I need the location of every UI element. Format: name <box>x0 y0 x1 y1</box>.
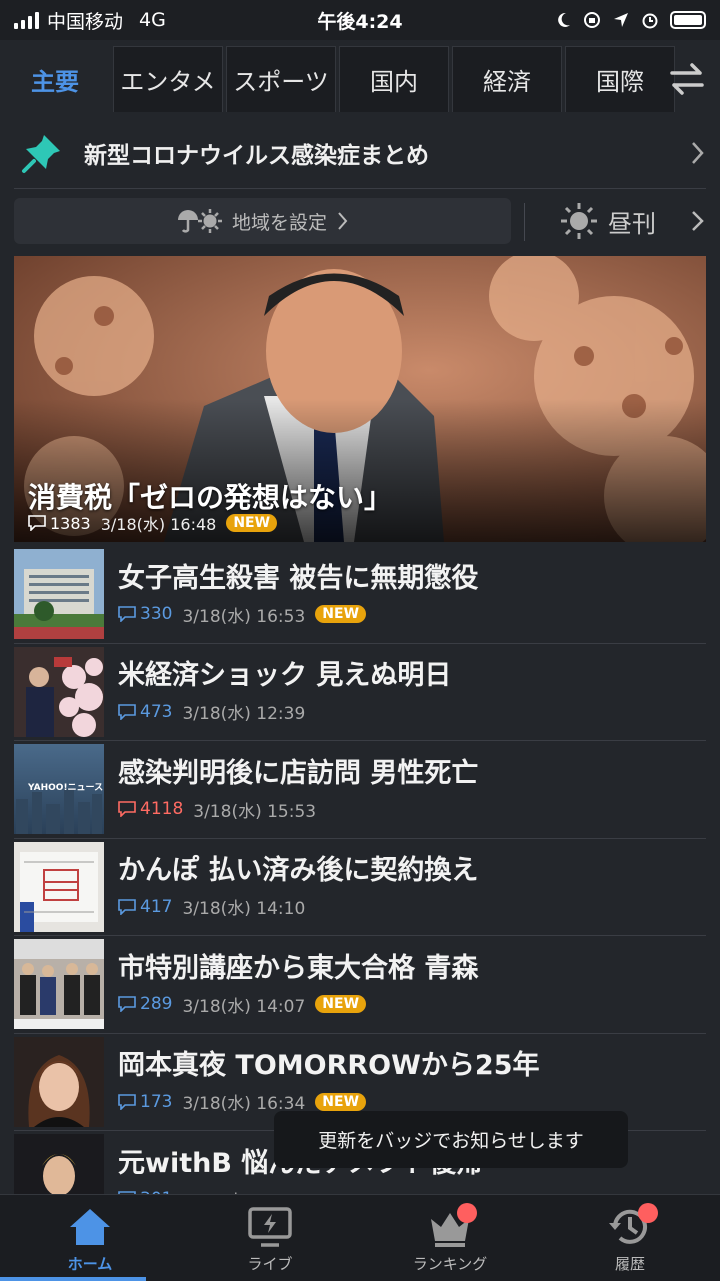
weather-icon <box>177 209 222 233</box>
article-thumbnail <box>14 939 104 1030</box>
article-date: 3/18(水) 14:10 <box>182 899 306 920</box>
new-badge: NEW <box>315 605 367 624</box>
location-icon <box>614 13 628 27</box>
tab-economy[interactable]: 経済 <box>452 46 562 112</box>
nav-label: ライブ <box>247 1255 293 1273</box>
comment-count: 330 <box>140 604 173 625</box>
article-thumbnail <box>14 646 104 737</box>
hero-meta: 1383 3/18(水) 16:48 NEW <box>28 511 278 535</box>
hero-title: 消費税「ゼロの発想はない」 <box>28 481 393 514</box>
tab-international[interactable]: 国際 <box>565 46 675 112</box>
list-item[interactable]: 米経済ショック 見えぬ明日 473 3/18(水) 12:39 <box>14 644 706 741</box>
article-date: 3/18(水) 12:39 <box>182 704 306 725</box>
chevron-right-icon <box>692 142 704 164</box>
comment-icon <box>28 515 46 531</box>
toast-message: 更新をバッジでお知らせします <box>274 1111 628 1168</box>
status-bar: 中国移动 4G 午後4:24 <box>0 0 720 40</box>
hero-date: 3/18(水) 16:48 <box>100 515 217 534</box>
category-tabs: 主要 エンタメ スポーツ 国内 経済 国際 <box>0 40 720 116</box>
battery-icon <box>670 11 706 29</box>
nav-label: ランキング <box>412 1255 488 1273</box>
banner-title: 新型コロナウイルス感染症まとめ <box>84 143 429 169</box>
comment-icon <box>118 606 136 623</box>
nav-live[interactable]: ライブ <box>210 1195 330 1281</box>
tab-switch-button[interactable] <box>662 46 712 112</box>
yahoo-news-logo: YAHOO!ニュース <box>28 783 104 794</box>
tab-main[interactable]: 主要 <box>0 46 110 112</box>
new-badge: NEW <box>226 514 278 532</box>
comment-count: 417 <box>140 896 173 917</box>
region-setting-button[interactable]: 地域を設定 <box>14 198 511 244</box>
tab-domestic[interactable]: 国内 <box>339 46 449 112</box>
nav-ranking[interactable]: ランキング <box>390 1195 510 1281</box>
sun-icon <box>561 203 597 239</box>
chevron-right-icon <box>692 211 704 231</box>
article-date: 3/18(水) 15:53 <box>193 801 317 822</box>
article-headline: かんぽ 払い済み後に契約換え <box>118 855 479 887</box>
article-headline: 岡本真夜 TOMORROWから25年 <box>118 1050 540 1082</box>
active-indicator <box>0 1277 146 1281</box>
article-thumbnail <box>14 549 104 640</box>
article-headline: 感染判明後に店訪問 男性死亡 <box>118 757 479 789</box>
hero-article[interactable]: 消費税「ゼロの発想はない」 1383 3/18(水) 16:48 NEW <box>14 256 706 542</box>
pin-icon <box>22 135 60 173</box>
article-thumbnail <box>14 1036 104 1127</box>
edition-button[interactable]: 昼刊 <box>560 198 706 244</box>
nav-history[interactable]: 履歴 <box>570 1195 690 1281</box>
tab-sports[interactable]: スポーツ <box>226 46 336 112</box>
new-badge: NEW <box>315 1092 367 1111</box>
comment-icon <box>118 703 136 720</box>
hero-comment-count: 1383 <box>50 513 91 533</box>
region-label: 地域を設定 <box>231 211 327 234</box>
comment-count: 289 <box>140 994 173 1015</box>
article-date: 3/18(水) 14:07 <box>182 996 306 1017</box>
nav-home[interactable]: ホーム <box>30 1195 150 1281</box>
edition-label: 昼刊 <box>608 209 656 238</box>
list-item[interactable]: YAHOO!ニュース 感染判明後に店訪問 男性死亡 4118 3/18(水) 1… <box>14 741 706 839</box>
comment-icon <box>118 898 136 915</box>
article-thumbnail: YAHOO!ニュース <box>14 744 104 835</box>
comment-count: 4118 <box>140 799 184 820</box>
comment-count: 173 <box>140 1091 173 1112</box>
comment-count: 473 <box>140 701 173 722</box>
article-headline: 女子高生殺害 被告に無期懲役 <box>118 562 479 594</box>
nav-label: ホーム <box>67 1255 113 1273</box>
comment-icon <box>118 801 136 818</box>
home-icon <box>70 1209 110 1245</box>
new-badge: NEW <box>315 995 367 1014</box>
article-headline: 市特別講座から東大合格 青森 <box>118 952 479 984</box>
notification-dot <box>638 1203 658 1223</box>
list-item[interactable]: かんぽ 払い済み後に契約換え 417 3/18(水) 14:10 <box>14 839 706 936</box>
bottom-nav: ホーム ライブ ランキング 履歴 <box>0 1194 720 1281</box>
moon-icon <box>558 12 570 27</box>
chevron-right-icon <box>338 212 348 230</box>
notification-dot <box>457 1203 477 1223</box>
corona-banner[interactable]: 新型コロナウイルス感染症まとめ <box>14 118 706 189</box>
nav-label: 履歴 <box>614 1255 645 1273</box>
article-thumbnail <box>14 841 104 932</box>
swap-icon <box>670 63 704 95</box>
alarm-icon <box>642 13 658 29</box>
list-item[interactable]: 女子高生殺害 被告に無期懲役 330 3/18(水) 16:53 NEW <box>14 546 706 644</box>
article-date: 3/18(水) 16:53 <box>182 606 306 627</box>
comment-icon <box>118 996 136 1013</box>
divider <box>524 203 525 241</box>
article-headline: 米経済ショック 見えぬ明日 <box>118 660 452 692</box>
comment-icon <box>118 1093 136 1110</box>
live-icon <box>248 1207 292 1247</box>
tab-entertainment[interactable]: エンタメ <box>113 46 223 112</box>
rotation-lock-icon <box>584 12 600 28</box>
list-item[interactable]: 市特別講座から東大合格 青森 289 3/18(水) 14:07 NEW <box>14 936 706 1034</box>
